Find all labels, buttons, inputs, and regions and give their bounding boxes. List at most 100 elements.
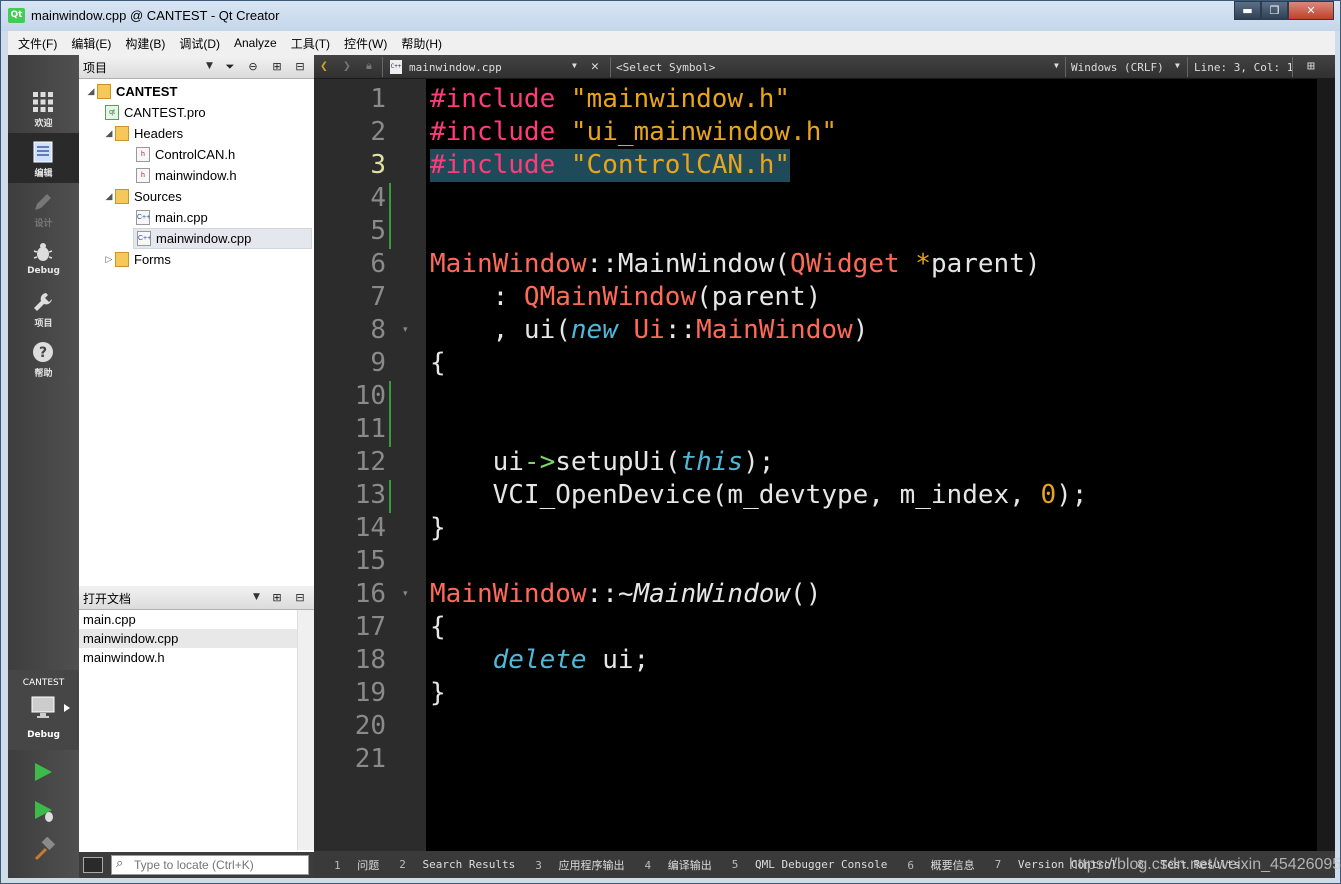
qt-project-file-icon: qt	[105, 105, 119, 120]
chevron-down-icon[interactable]: ▼	[206, 61, 213, 71]
fold-marker-icon[interactable]: ▾	[403, 589, 408, 599]
grid-icon	[33, 92, 53, 112]
divider	[1065, 57, 1066, 77]
maximize-button[interactable]: ❐	[1261, 1, 1288, 20]
tree-item-controlcan-h[interactable]: h ControlCAN.h	[136, 144, 235, 165]
forward-arrow-icon[interactable]: ❯	[343, 59, 351, 74]
menu-tools[interactable]: 工具(T)	[284, 35, 337, 52]
close-button[interactable]: ✕	[1288, 1, 1334, 20]
editor-file-name[interactable]: mainwindow.cpp	[409, 61, 502, 74]
expand-arrow-icon[interactable]: ◢	[103, 128, 115, 139]
change-marker	[389, 183, 391, 249]
menu-file[interactable]: 文件(F)	[11, 35, 64, 52]
divider	[382, 57, 383, 77]
chevron-right-icon	[64, 704, 70, 712]
close-pane-icon[interactable]: ⊟	[292, 59, 308, 75]
mode-debug[interactable]: Debug	[8, 233, 79, 283]
split-icon[interactable]: ⊞	[269, 590, 285, 606]
bug-icon	[33, 243, 53, 261]
tab-application-output[interactable]: 3 应用程序输出	[525, 857, 624, 873]
chevron-down-icon[interactable]: ▼	[572, 61, 577, 70]
tab-issues[interactable]: 1 问题	[324, 857, 379, 873]
kit-project-name: CANTEST	[22, 678, 65, 688]
folder-icon	[115, 252, 129, 267]
chevron-down-icon[interactable]: ▼	[1175, 61, 1180, 70]
split-icon[interactable]: ⊞	[1307, 59, 1315, 74]
tree-item-label: Forms	[134, 252, 171, 267]
run-button[interactable]	[32, 761, 54, 783]
tree-item-label: mainwindow.h	[155, 168, 237, 183]
menu-analyze[interactable]: Analyze	[227, 36, 284, 50]
toggle-sidebar-icon[interactable]	[83, 857, 103, 873]
kit-selector[interactable]: CANTEST Debug	[8, 670, 79, 750]
tab-qml-debugger-console[interactable]: 5 QML Debugger Console	[722, 858, 888, 871]
header-file-icon: h	[136, 147, 150, 162]
symbol-selector[interactable]: <Select Symbol>	[616, 61, 715, 74]
mode-design[interactable]: 设计	[8, 183, 79, 233]
tab-compile-output[interactable]: 4 编译输出	[634, 857, 711, 873]
mode-label: 帮助	[34, 369, 53, 379]
lock-icon: 🔒︎	[366, 59, 372, 72]
line-number: 7	[370, 282, 386, 312]
mode-help[interactable]: ? 帮助	[8, 333, 79, 383]
back-arrow-icon[interactable]: ❮	[320, 59, 328, 74]
scrollbar[interactable]	[297, 610, 314, 850]
code-editor[interactable]: 1 2 3 4 5 6 7 8 9 10 11 12 13 14 15 16 1…	[314, 79, 1335, 851]
build-button[interactable]	[32, 837, 56, 861]
fold-marker-icon[interactable]: ▾	[403, 325, 408, 335]
open-documents-header: 打开文档 ▼ ⊞ ⊟	[79, 586, 314, 610]
line-endings-selector[interactable]: Windows (CRLF)	[1071, 61, 1164, 74]
locator-input[interactable]	[111, 855, 309, 875]
tree-item-forms[interactable]: ▷ Forms	[103, 249, 171, 270]
line-number: 3	[370, 150, 386, 180]
chevron-down-icon[interactable]: ▼	[253, 592, 260, 602]
tree-item-sources[interactable]: ◢ Sources	[103, 186, 182, 207]
expand-arrow-icon[interactable]: ◢	[103, 191, 115, 202]
divider	[1187, 57, 1188, 77]
mode-label: 编辑	[34, 169, 53, 179]
list-item[interactable]: main.cpp	[79, 610, 297, 629]
link-icon[interactable]: ⊖	[245, 59, 261, 75]
mode-welcome[interactable]: 欢迎	[8, 83, 79, 133]
tree-item-mainwindow-h[interactable]: h mainwindow.h	[136, 165, 237, 186]
tree-item-mainwindow-cpp[interactable]: C++ mainwindow.cpp	[133, 228, 312, 249]
split-icon[interactable]: ⊞	[269, 59, 285, 75]
minimize-button[interactable]: ▬	[1234, 1, 1261, 20]
tree-item-cantest-pro[interactable]: qt CANTEST.pro	[105, 102, 206, 123]
list-item[interactable]: mainwindow.cpp	[79, 629, 297, 648]
code-line-current: #include "ControlCAN.h"	[430, 149, 791, 182]
menu-debug[interactable]: 调试(D)	[172, 35, 227, 52]
chevron-down-icon[interactable]: ▼	[1054, 61, 1059, 70]
line-number: 13	[354, 480, 386, 510]
tab-general-messages[interactable]: 6 概要信息	[897, 857, 974, 873]
tree-item-label: CANTEST.pro	[124, 105, 206, 120]
close-document-icon[interactable]: ✕	[591, 59, 599, 74]
expand-arrow-icon[interactable]: ◢	[85, 86, 97, 97]
menu-help[interactable]: 帮助(H)	[394, 35, 449, 52]
close-pane-icon[interactable]: ⊟	[292, 590, 308, 606]
header-file-icon: h	[136, 168, 150, 183]
tree-item-main-cpp[interactable]: C++ main.cpp	[136, 207, 208, 228]
locator-bar: ⌕	[79, 852, 314, 878]
menu-edit[interactable]: 编辑(E)	[64, 35, 118, 52]
project-folder-icon	[97, 84, 111, 99]
line-number: 8	[370, 315, 386, 345]
menu-widgets[interactable]: 控件(W)	[337, 35, 394, 52]
filter-icon[interactable]: ⏷	[222, 59, 238, 75]
line-number: 6	[370, 249, 386, 279]
mode-projects[interactable]: 项目	[8, 283, 79, 333]
cursor-position[interactable]: Line: 3, Col: 1	[1194, 61, 1293, 74]
monitor-icon	[31, 696, 55, 718]
line-number: 17	[354, 612, 386, 642]
title-bar: Qt mainwindow.cpp @ CANTEST - Qt Creator…	[1, 1, 1340, 31]
tree-item-cantest[interactable]: ◢ CANTEST	[85, 81, 177, 102]
line-number: 11	[354, 414, 386, 444]
tab-search-results[interactable]: 2 Search Results	[389, 858, 515, 871]
mode-edit[interactable]: 编辑	[8, 133, 79, 183]
tree-item-headers[interactable]: ◢ Headers	[103, 123, 183, 144]
debug-run-button[interactable]	[32, 799, 56, 823]
menu-build[interactable]: 构建(B)	[118, 35, 172, 52]
editor-scrollbar[interactable]	[1317, 79, 1335, 851]
collapse-arrow-icon[interactable]: ▷	[103, 254, 115, 265]
list-item[interactable]: mainwindow.h	[79, 648, 297, 667]
